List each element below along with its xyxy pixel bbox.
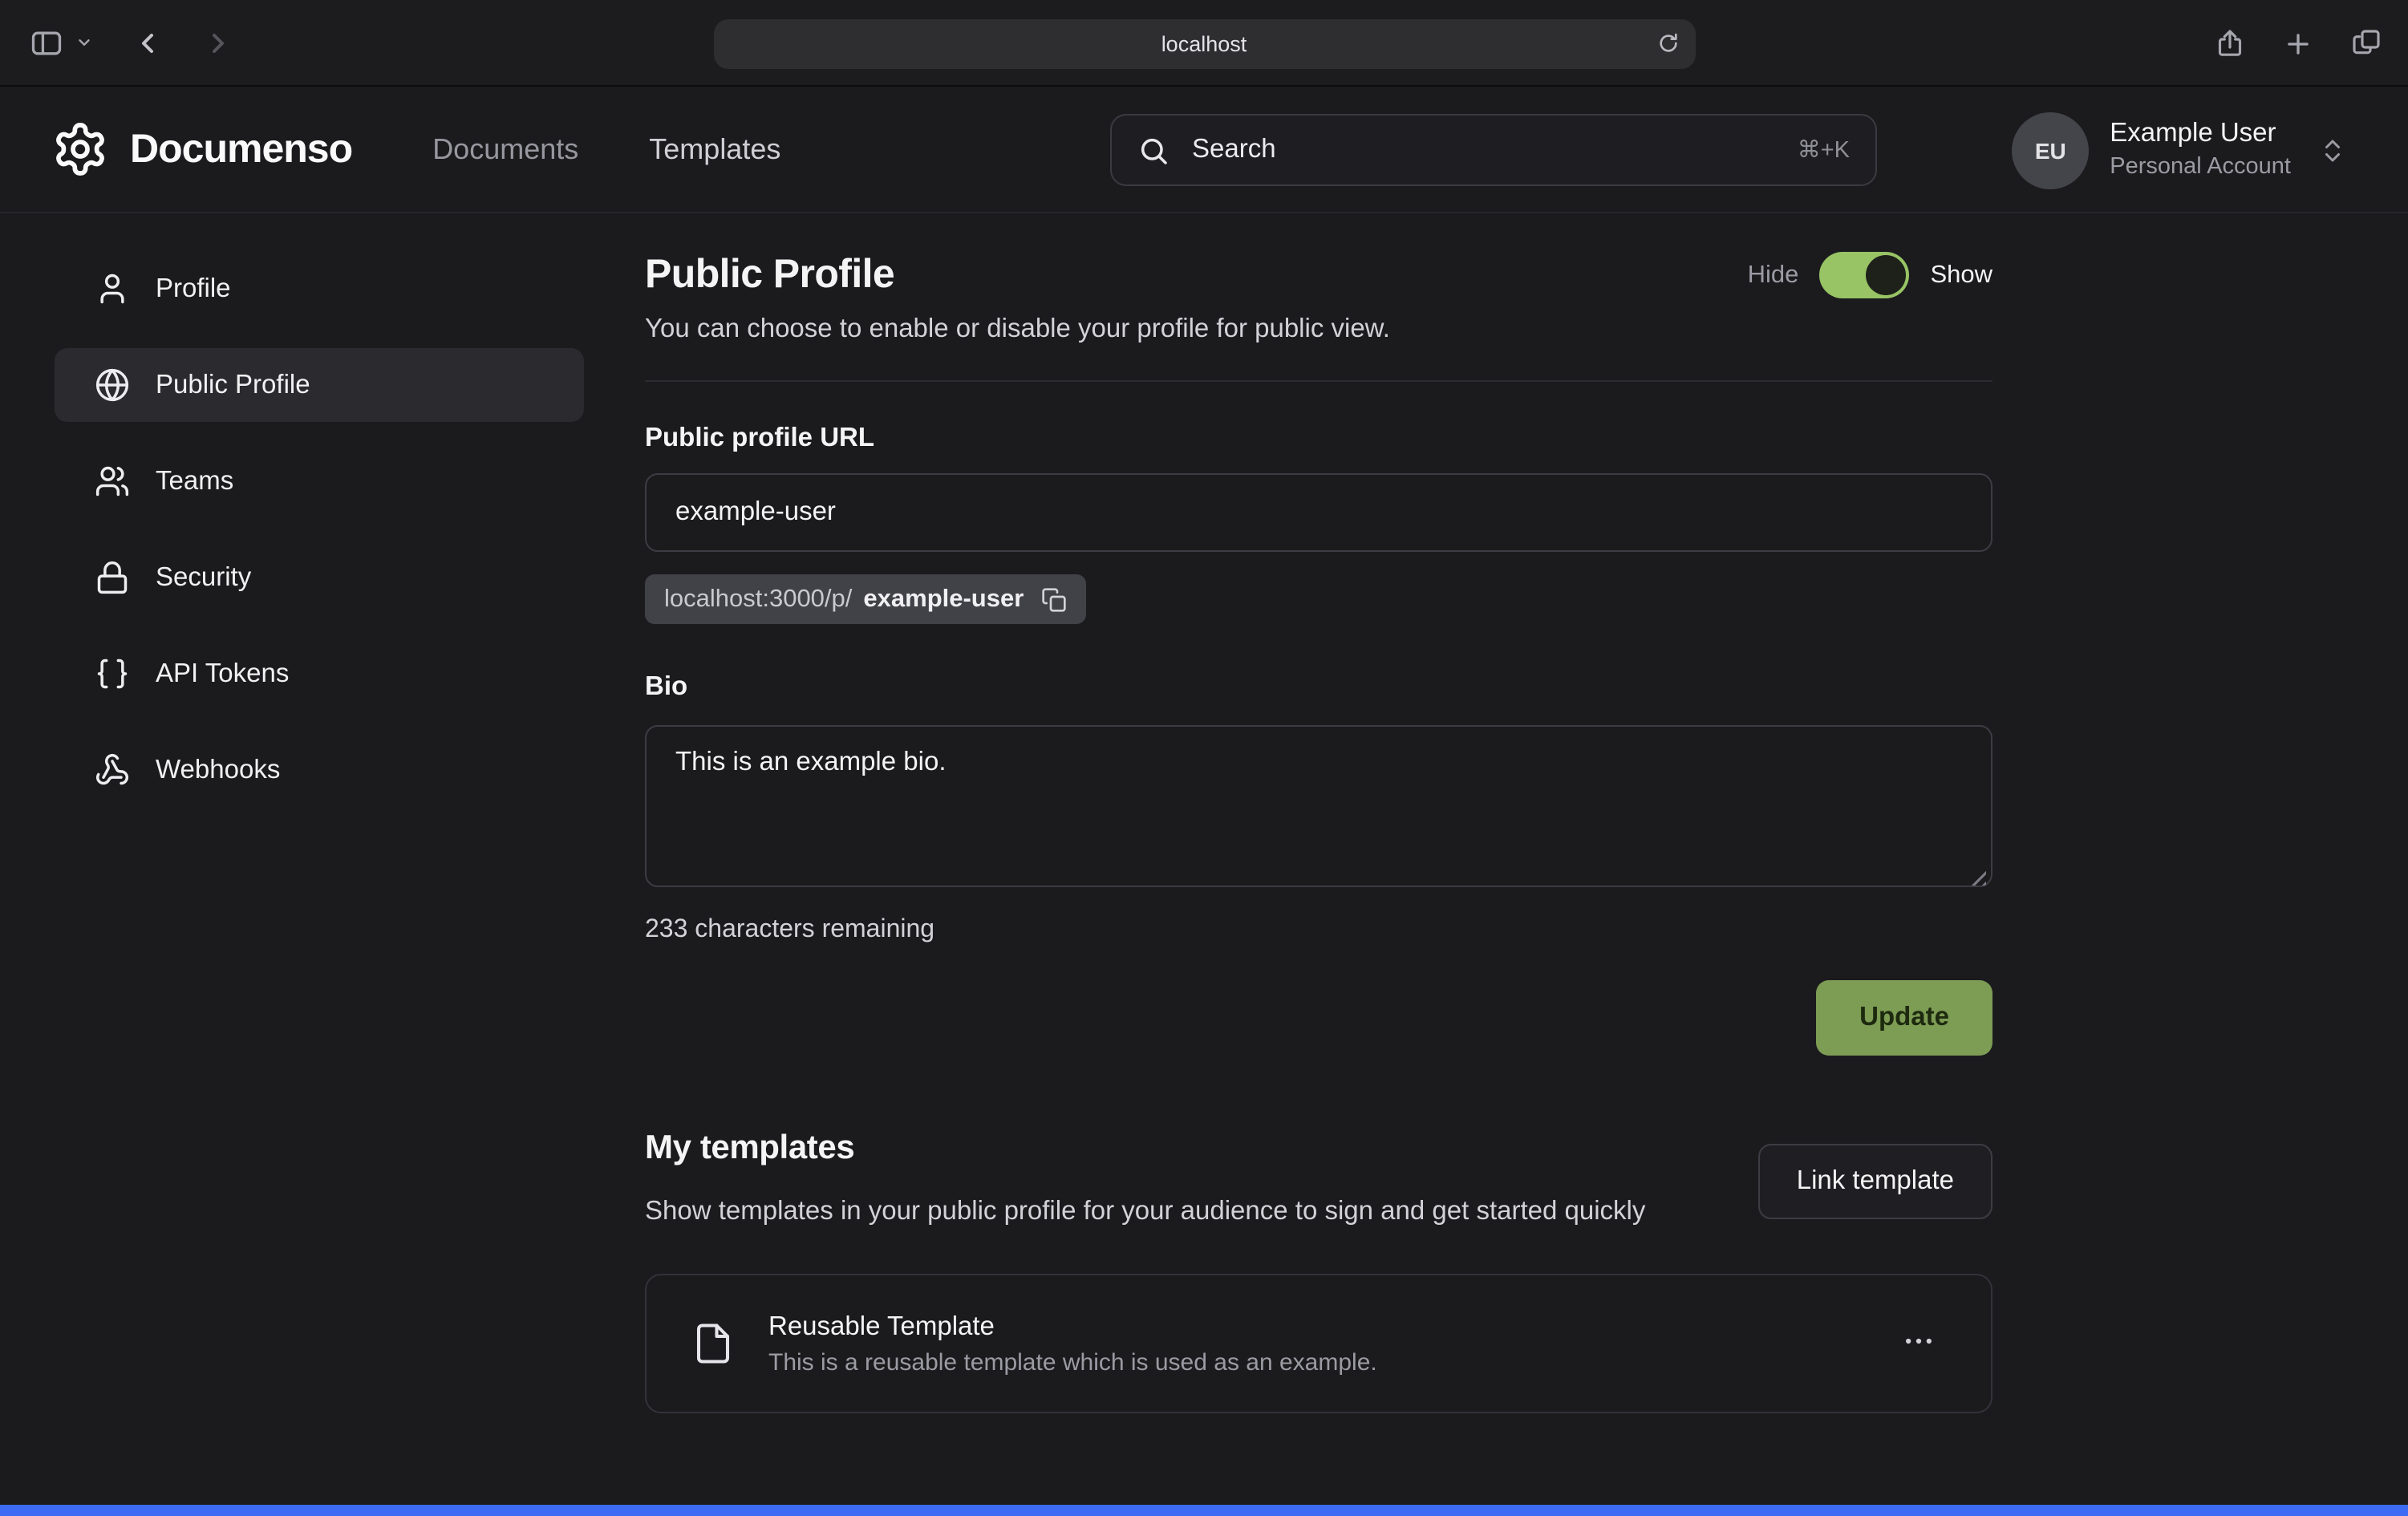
user-meta: Example User Personal Account [2110, 118, 2291, 183]
avatar-initials: EU [2035, 137, 2066, 163]
my-templates-description: Show templates in your public profile fo… [645, 1190, 1645, 1233]
my-templates-title: My templates [645, 1129, 1645, 1168]
account-menu-button[interactable]: EU Example User Personal Account [2012, 87, 2347, 213]
search-shortcut: ⌘+K [1798, 137, 1850, 163]
sidebar-item-label: Security [156, 562, 251, 593]
toggle-hide-label: Hide [1748, 261, 1799, 290]
main-content: Public Profile Hide Show You can choose … [645, 252, 1992, 1414]
top-nav: Documents Templates [432, 132, 780, 166]
reload-icon[interactable] [1655, 30, 1680, 56]
my-templates-block: My templates Show templates in your publ… [645, 1129, 1645, 1233]
public-profile-url-input[interactable] [645, 473, 1992, 552]
template-card-text: Reusable Template This is a reusable tem… [768, 1312, 1377, 1376]
toggle-show-label: Show [1930, 261, 1992, 290]
settings-sidebar: Profile Public Profile Teams Security [55, 252, 584, 1414]
template-name: Reusable Template [768, 1312, 1377, 1343]
share-icon[interactable] [2214, 27, 2246, 59]
tab-overview-icon[interactable] [2350, 27, 2382, 59]
chevrons-up-down-icon [2318, 136, 2347, 164]
sidebar-item-webhooks[interactable]: Webhooks [55, 733, 584, 807]
documenso-logo-icon [51, 120, 109, 178]
file-icon [691, 1323, 735, 1366]
nav-documents[interactable]: Documents [432, 132, 578, 166]
browser-toolbar: localhost [0, 0, 2408, 87]
braces-icon [95, 656, 130, 691]
nav-templates[interactable]: Templates [649, 132, 780, 166]
user-name: Example User [2110, 118, 2291, 152]
public-profile-url-label: Public profile URL [645, 424, 1992, 454]
ellipsis-icon [1901, 1324, 1936, 1360]
sidebar-item-teams[interactable]: Teams [55, 444, 584, 518]
copy-icon[interactable] [1041, 586, 1067, 612]
search-placeholder: Search [1192, 135, 1775, 165]
webhook-icon [95, 752, 130, 788]
app-header: Documenso Documents Templates Search ⌘+K… [0, 87, 2408, 213]
lock-icon [95, 560, 130, 595]
template-menu-button[interactable] [1891, 1315, 1946, 1374]
divider [645, 380, 1992, 382]
sidebar-item-public-profile[interactable]: Public Profile [55, 348, 584, 422]
brand-name: Documenso [130, 126, 352, 172]
sidebar-item-label: API Tokens [156, 659, 289, 689]
sidebar-item-security[interactable]: Security [55, 541, 584, 614]
profile-url-preview[interactable]: localhost:3000/p/ example-user [645, 574, 1086, 624]
sidebar-item-label: Public Profile [156, 370, 310, 400]
bio-textarea[interactable]: This is an example bio. [645, 725, 1992, 887]
visibility-toggle-group: Hide Show [1748, 252, 1992, 298]
bio-label: Bio [645, 672, 1992, 703]
forward-button-icon[interactable] [202, 26, 234, 59]
profile-url-prefix: localhost:3000/p/ [664, 585, 852, 614]
app-window: localhost Documenso Documents [0, 0, 2408, 1516]
profile-visibility-toggle[interactable] [1819, 252, 1909, 298]
new-tab-icon[interactable] [2283, 28, 2313, 59]
sidebar-item-label: Teams [156, 466, 233, 497]
sidebar-item-label: Webhooks [156, 755, 280, 785]
globe-icon [95, 367, 130, 403]
user-icon [95, 271, 130, 306]
profile-url-slug: example-user [863, 585, 1024, 614]
sidebar-item-api-tokens[interactable]: API Tokens [55, 637, 584, 711]
brand[interactable]: Documenso [51, 120, 352, 178]
update-button[interactable]: Update [1816, 980, 1992, 1056]
search-input[interactable]: Search ⌘+K [1110, 114, 1877, 186]
toggle-knob [1866, 255, 1906, 295]
settings-page: Profile Public Profile Teams Security [0, 213, 2408, 1414]
search-icon [1137, 134, 1170, 166]
template-card: Reusable Template This is a reusable tem… [645, 1275, 1992, 1414]
page-subtitle: You can choose to enable or disable your… [645, 314, 1992, 345]
sidebar-item-profile[interactable]: Profile [55, 252, 584, 326]
avatar: EU [2012, 111, 2089, 188]
sidebar-item-label: Profile [156, 274, 231, 304]
window-accent-strip [0, 1505, 2408, 1516]
user-account-type: Personal Account [2110, 152, 2291, 183]
address-bar-url: localhost [1161, 32, 1247, 56]
users-icon [95, 464, 130, 499]
bio-textarea-wrap: This is an example bio. [645, 725, 1992, 895]
link-template-button[interactable]: Link template [1758, 1143, 1992, 1218]
back-button-icon[interactable] [132, 26, 164, 59]
chevron-down-icon[interactable] [75, 34, 93, 51]
sidebar-toggle-icon[interactable] [29, 25, 64, 60]
template-description: This is a reusable template which is use… [768, 1349, 1377, 1376]
address-bar[interactable]: localhost [713, 19, 1695, 69]
page-title: Public Profile [645, 252, 894, 298]
characters-remaining: 233 characters remaining [645, 916, 1992, 945]
